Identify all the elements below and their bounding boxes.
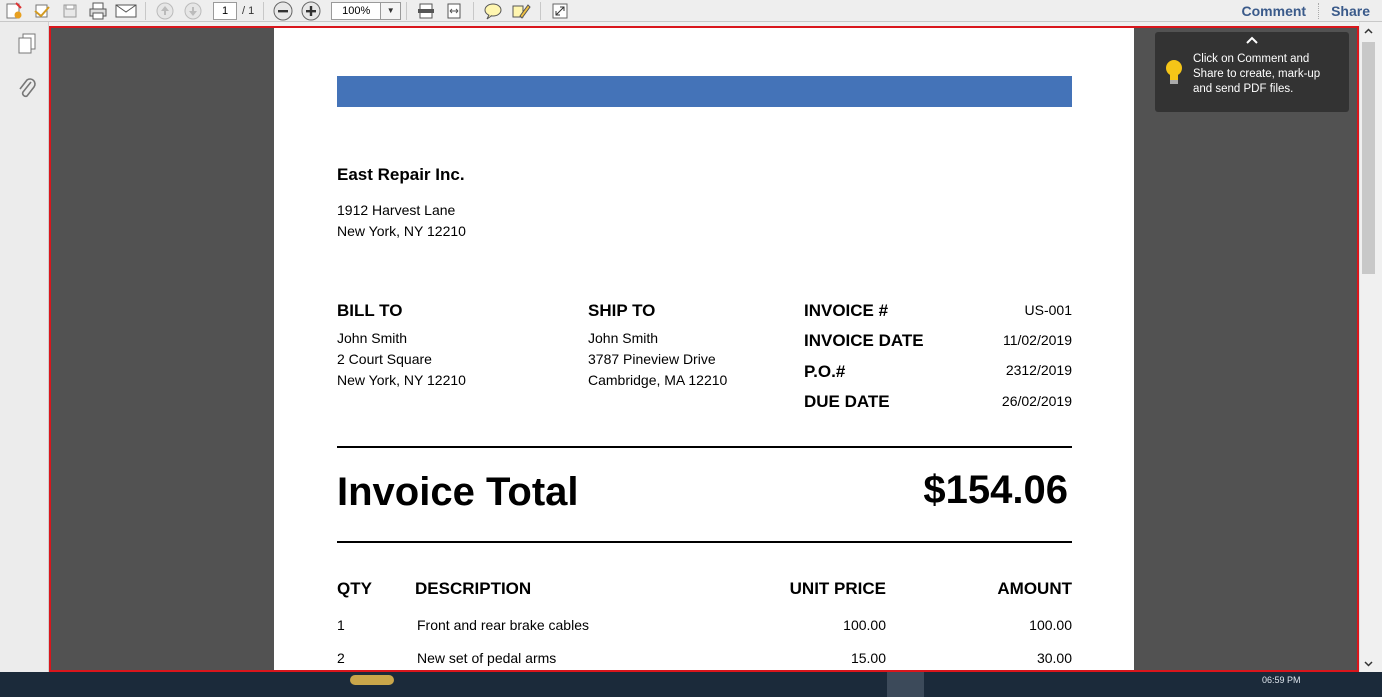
scroll-thumb[interactable] (1362, 42, 1375, 274)
page-total: / 1 (242, 4, 255, 17)
share-button[interactable]: Share (1319, 3, 1382, 19)
scroll-up-icon[interactable] (1360, 22, 1377, 39)
divider (337, 446, 1072, 448)
table-cell-description: New set of pedal arms (417, 650, 557, 666)
lightbulb-icon (1164, 58, 1184, 93)
bill-to-heading: BILL TO (337, 301, 403, 320)
table-header-qty: QTY (337, 579, 372, 598)
table-cell-qty: 1 (337, 617, 345, 633)
table-cell-unit-price: 15.00 (850, 650, 886, 666)
meta-value: 11/02/2019 (1002, 332, 1072, 348)
comment-share-tooltip: Click on Comment and Share to create, ma… (1155, 32, 1349, 112)
ship-to-line: 3787 Pineview Drive (588, 351, 716, 367)
table-cell-amount: 30.00 (1036, 650, 1072, 666)
zoom-select[interactable]: 100% ▼ (331, 1, 402, 20)
invoice-total-value: $154.06 (923, 468, 1068, 512)
invoice-total-label: Invoice Total (337, 470, 579, 514)
meta-label: INVOICE DATE (804, 331, 924, 350)
chevron-down-icon[interactable]: ▼ (380, 2, 401, 19)
page-number-input[interactable]: 1 (213, 1, 237, 20)
ship-to-heading: SHIP TO (588, 301, 656, 320)
taskbar-app-icon[interactable] (350, 675, 394, 685)
previous-page-icon[interactable] (151, 1, 179, 21)
scroll-down-icon[interactable] (1360, 655, 1377, 672)
zoom-out-icon[interactable] (269, 1, 297, 21)
tooltip-text: Click on Comment and Share to create, ma… (1193, 53, 1321, 95)
table-cell-description: Front and rear brake cables (417, 617, 589, 633)
meta-label: INVOICE # (804, 301, 889, 320)
toolbar-separator (473, 1, 475, 20)
bill-to-line: New York, NY 12210 (337, 372, 466, 388)
meta-label: P.O.# (804, 362, 846, 381)
meta-label: DUE DATE (804, 392, 890, 411)
toolbar-separator (145, 1, 146, 20)
toolbar-separator (540, 1, 542, 20)
table-cell-qty: 2 (337, 650, 345, 666)
zoom-in-icon[interactable] (297, 1, 325, 21)
company-address-line: New York, NY 12210 (337, 223, 466, 239)
pdf-page: East Repair Inc. 1912 Harvest Lane New Y… (274, 28, 1134, 670)
comment-button[interactable]: Comment (1230, 3, 1319, 19)
ship-to-line: John Smith (588, 330, 659, 346)
fit-page-icon[interactable] (412, 1, 440, 21)
chevron-up-icon[interactable] (1243, 34, 1261, 46)
meta-value: 26/02/2019 (1001, 393, 1072, 409)
header-band (337, 76, 1072, 107)
company-name: East Repair Inc. (337, 165, 465, 184)
taskbar-clock: 06:59 PM (1262, 675, 1301, 685)
table-header-amount: AMOUNT (997, 579, 1072, 598)
navigation-pane (0, 22, 49, 672)
toolbar: 1 / 1 100% ▼ Comment Share (0, 0, 1382, 22)
create-pdf-icon[interactable] (0, 1, 28, 21)
toolbar-separator (406, 1, 408, 20)
page-thumbnails-icon[interactable] (16, 32, 38, 56)
fullscreen-icon[interactable] (546, 1, 574, 21)
print-icon[interactable] (84, 1, 112, 21)
highlight-icon[interactable] (507, 1, 535, 21)
table-cell-unit-price: 100.00 (843, 617, 886, 633)
toolbar-right: Comment Share (1230, 0, 1382, 22)
bill-to-line: John Smith (337, 330, 408, 346)
taskbar: 06:59 PM (0, 672, 1382, 697)
taskbar-active-item[interactable] (887, 672, 924, 697)
combine-icon[interactable] (28, 1, 56, 21)
company-address-line: 1912 Harvest Lane (337, 202, 456, 218)
email-icon[interactable] (112, 1, 140, 21)
table-header-unit-price: UNIT PRICE (789, 579, 886, 598)
vertical-scrollbar[interactable] (1359, 22, 1376, 672)
meta-value: 2312/2019 (1005, 362, 1072, 378)
bill-to-line: 2 Court Square (337, 351, 432, 367)
zoom-value: 100% (342, 4, 371, 17)
document-viewer[interactable]: East Repair Inc. 1912 Harvest Lane New Y… (49, 26, 1359, 672)
sticky-note-icon[interactable] (479, 1, 507, 21)
ship-to-line: Cambridge, MA 12210 (588, 372, 728, 388)
table-cell-amount: 100.00 (1029, 617, 1072, 633)
save-icon[interactable] (56, 1, 84, 21)
toolbar-separator (263, 1, 265, 20)
meta-value: US-001 (1024, 302, 1072, 318)
next-page-icon[interactable] (179, 1, 207, 21)
divider (337, 541, 1072, 543)
fit-width-icon[interactable] (440, 1, 468, 21)
attachments-icon[interactable] (16, 76, 38, 100)
table-header-description: DESCRIPTION (415, 579, 532, 598)
